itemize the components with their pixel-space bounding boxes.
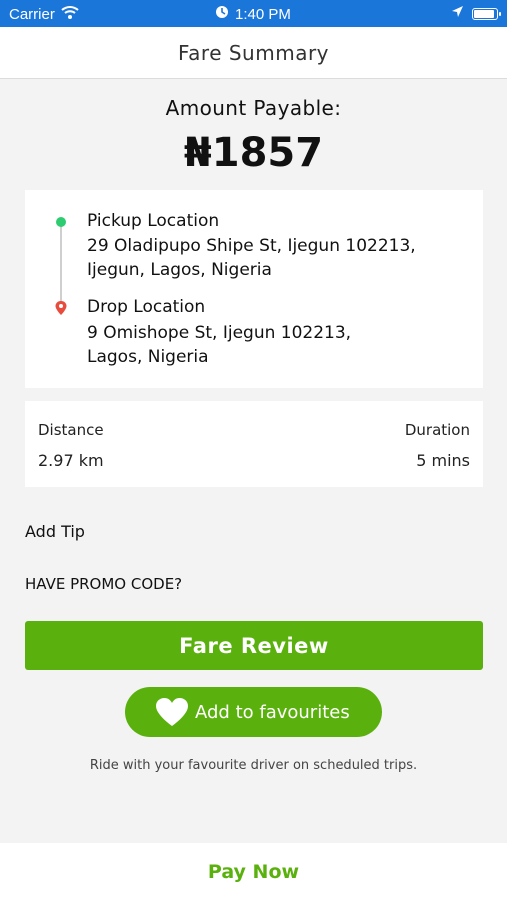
favourites-hint: Ride with your favourite driver on sched…: [89, 758, 418, 773]
status-bar: Carrier 1:40 PM: [0, 0, 507, 27]
add-to-favourites-label: Add to favourites: [195, 701, 350, 723]
add-to-favourites-button[interactable]: Add to favourites: [125, 687, 382, 737]
page-title: Fare Summary: [177, 40, 330, 65]
fare-review-button[interactable]: Fare Review: [25, 621, 483, 670]
trip-info-card: Distance 2.97 km Duration 5 mins: [25, 401, 483, 487]
pickup-dot-icon: [56, 217, 66, 227]
heart-icon: [156, 698, 188, 726]
clock-time: 1:40 PM: [235, 5, 291, 23]
status-left: Carrier: [9, 5, 79, 23]
pickup-address[interactable]: 29 Oladipupo Shipe St, Ijegun 102213, Ij…: [87, 234, 467, 282]
drop-title: Drop Location: [87, 297, 206, 317]
add-tip-link[interactable]: Add Tip: [25, 522, 85, 541]
status-right: [451, 5, 501, 22]
battery-level-fill: [474, 9, 494, 18]
distance-label: Distance: [38, 421, 104, 439]
drop-address[interactable]: 9 Omishope St, Ijegun 102213, Lagos, Nig…: [87, 321, 387, 369]
promo-code-link[interactable]: HAVE PROMO CODE?: [25, 575, 182, 593]
duration-label: Duration: [404, 421, 470, 439]
duration-value: 5 mins: [416, 451, 470, 470]
drop-pin-icon: [55, 301, 67, 315]
bottom-bar: Pay Now: [0, 843, 507, 900]
carrier-label: Carrier: [9, 5, 55, 23]
amount-payable-label: Amount Payable:: [165, 96, 342, 120]
nav-bar: Fare Summary: [0, 27, 507, 79]
route-connector-line: [60, 222, 62, 304]
pickup-title: Pickup Location: [87, 211, 220, 231]
amount-payable-value: ₦1857: [183, 130, 324, 176]
status-center: 1:40 PM: [215, 5, 291, 23]
wifi-icon: [61, 5, 79, 23]
route-card: Pickup Location 29 Oladipupo Shipe St, I…: [25, 190, 483, 388]
fare-review-label: Fare Review: [179, 633, 329, 658]
pay-now-button[interactable]: Pay Now: [208, 861, 299, 883]
battery-icon: [472, 7, 501, 20]
alarm-icon: [215, 5, 229, 23]
distance-value: 2.97 km: [38, 451, 104, 470]
location-arrow-icon: [451, 5, 464, 22]
